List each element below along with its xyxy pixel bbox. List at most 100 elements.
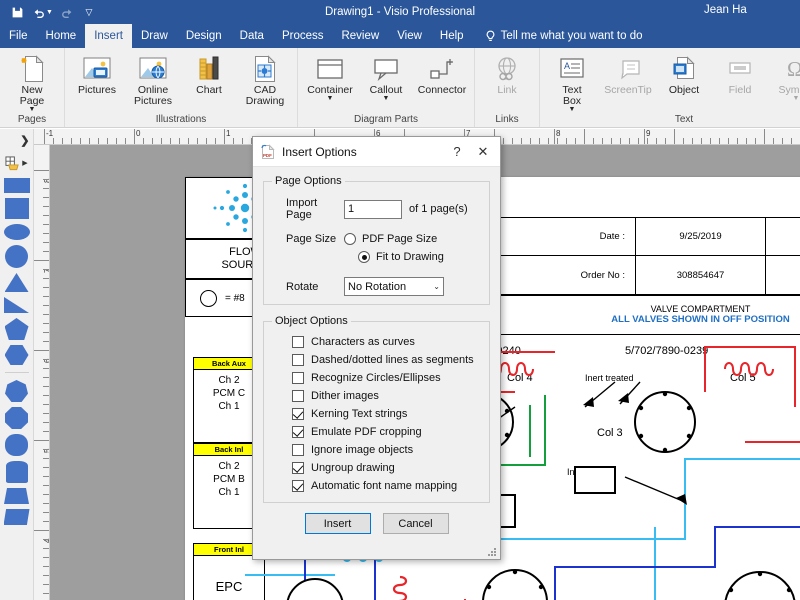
checkbox-dither-images[interactable] [292,390,304,402]
right-triangle-shape[interactable] [4,297,29,313]
tab-file[interactable]: File [0,24,37,48]
online-pictures-button[interactable]: Online Pictures [125,51,181,109]
hruler-tick-1: 1 [226,129,231,138]
parallelogram-shape[interactable] [3,509,30,525]
octagon-shape[interactable] [5,407,28,429]
radio-pdf-page-size[interactable] [344,233,356,245]
quick-access-toolbar: ▼ ▽ [0,2,100,22]
triangle-shape[interactable] [4,273,29,292]
vertical-ruler[interactable]: 8 7 6 5 4 [34,145,50,600]
field-button[interactable]: Field [712,51,768,98]
insert-button[interactable]: Insert [304,513,371,534]
tab-review[interactable]: Review [332,24,388,48]
coil-col1 [392,575,408,600]
callout-dropdown-caret[interactable]: ▼ [383,95,390,102]
checkbox-label: Ungroup drawing [311,462,395,474]
dialog-title-bar[interactable]: PDF Insert Options ? ✕ [253,137,500,167]
tab-design[interactable]: Design [177,24,231,48]
pictures-icon [82,53,112,85]
chart-icon [196,53,222,85]
nonagon-shape[interactable] [5,434,28,456]
container-dropdown-caret[interactable]: ▼ [327,95,334,102]
checkbox-ungroup-drawing[interactable] [292,462,304,474]
tab-draw[interactable]: Draw [132,24,177,48]
undo-dropdown-caret[interactable]: ▼ [46,9,56,16]
connector-button[interactable]: Connector [414,51,470,98]
dialog-title: Insert Options [282,144,357,159]
cad-drawing-button[interactable]: CAD Drawing [237,51,293,109]
container-button[interactable]: Container ▼ [302,51,358,104]
redo-icon [56,2,78,22]
tell-me-label: Tell me what you want to do [500,30,643,42]
circle-shape[interactable] [5,245,28,268]
tab-insert[interactable]: Insert [85,24,132,48]
tab-process[interactable]: Process [273,24,333,48]
square-shape[interactable] [4,198,29,219]
chart-button[interactable]: Chart [181,51,237,98]
checkbox-row: Characters as curves [292,336,481,348]
link-button[interactable]: Link [479,51,535,98]
object-button[interactable]: Object [656,51,712,98]
tab-help[interactable]: Help [431,24,473,48]
new-page-button[interactable]: New Page ▼ [4,51,60,115]
dialog-close-button[interactable]: ✕ [470,140,496,164]
object-options-legend: Object Options [275,315,348,327]
rotate-select[interactable]: No Rotation ⌄ [344,277,444,296]
visio-window: ▼ ▽ Drawing1 - Visio Professional Jean H… [0,0,800,600]
import-page-input[interactable]: 1 [344,199,402,219]
checkbox-recognize-circles-ellipses[interactable] [292,372,304,384]
group-label-diagram-parts: Diagram Parts [354,114,418,125]
cad-drawing-label: CAD Drawing [245,84,285,107]
rectangle-wide-shape[interactable] [3,178,30,193]
cancel-button[interactable]: Cancel [382,513,449,534]
pentagon-shape[interactable] [4,318,29,340]
insert-options-dialog[interactable]: PDF Insert Options ? ✕ Page Options Impo… [252,136,501,560]
triangle-right-icon[interactable]: ▶ [22,159,27,167]
account-name[interactable]: Jean Ha [704,4,796,16]
checkbox-ignore-image-objects[interactable] [292,444,304,456]
symbol-dropdown-caret[interactable]: ▼ [793,95,800,102]
screentip-button[interactable]: ScreenTip [600,51,656,98]
tab-data[interactable]: Data [231,24,273,48]
cylinder-shape[interactable] [5,461,28,483]
svg-text:Ω: Ω [787,57,800,81]
new-page-dropdown-caret[interactable]: ▼ [29,106,36,113]
checkbox-label: Dither images [311,390,379,402]
shapes-icon [5,155,20,170]
symbol-button[interactable]: Ω Symbol ▼ [768,51,800,104]
ellipse-shape[interactable] [3,224,30,240]
checkbox-characters-as-curves[interactable] [292,336,304,348]
customize-qat-icon[interactable]: ▽ [78,2,100,22]
save-icon[interactable] [6,2,28,22]
hexagon-shape[interactable] [4,345,29,365]
group-label-links: Links [495,114,519,125]
text-box-button[interactable]: A Text Box ▼ [544,51,600,115]
tell-me-box[interactable]: Tell me what you want to do [473,24,643,48]
checkbox-emulate-pdf-cropping[interactable] [292,426,304,438]
hruler-tick-0: 0 [136,129,141,138]
tab-home[interactable]: Home [37,24,86,48]
new-page-label: New Page [19,84,45,107]
pictures-button[interactable]: Pictures [69,51,125,98]
ribbon-tab-bar: File Home Insert Draw Design Data Proces… [0,24,800,48]
document-title: Drawing1 - Visio Professional [325,6,475,18]
heptagon-shape[interactable] [5,380,28,402]
dialog-resize-grip[interactable] [486,546,498,558]
radio-pdf-page-size-label: PDF Page Size [362,233,438,245]
shape-list [3,178,30,525]
text-box-dropdown-caret[interactable]: ▼ [569,106,576,113]
dialog-help-button[interactable]: ? [444,140,470,164]
checkbox-label: Ignore image objects [311,444,414,456]
trapezoid-shape[interactable] [4,488,29,504]
pdf-document-icon: PDF [261,143,275,159]
field-label: Field [728,84,752,96]
callout-button[interactable]: Callout ▼ [358,51,414,104]
checkbox-dashed-lines-as-segments[interactable] [292,354,304,366]
expand-shapes-pane-button[interactable]: ❯ [0,129,34,151]
shapes-stencil-button[interactable]: ▶ [0,151,34,175]
radio-fit-to-drawing[interactable] [358,251,370,263]
object-icon [670,53,698,85]
checkbox-automatic-font-name-mapping[interactable] [292,480,304,492]
checkbox-kerning-text-strings[interactable] [292,408,304,420]
tab-view[interactable]: View [388,24,431,48]
